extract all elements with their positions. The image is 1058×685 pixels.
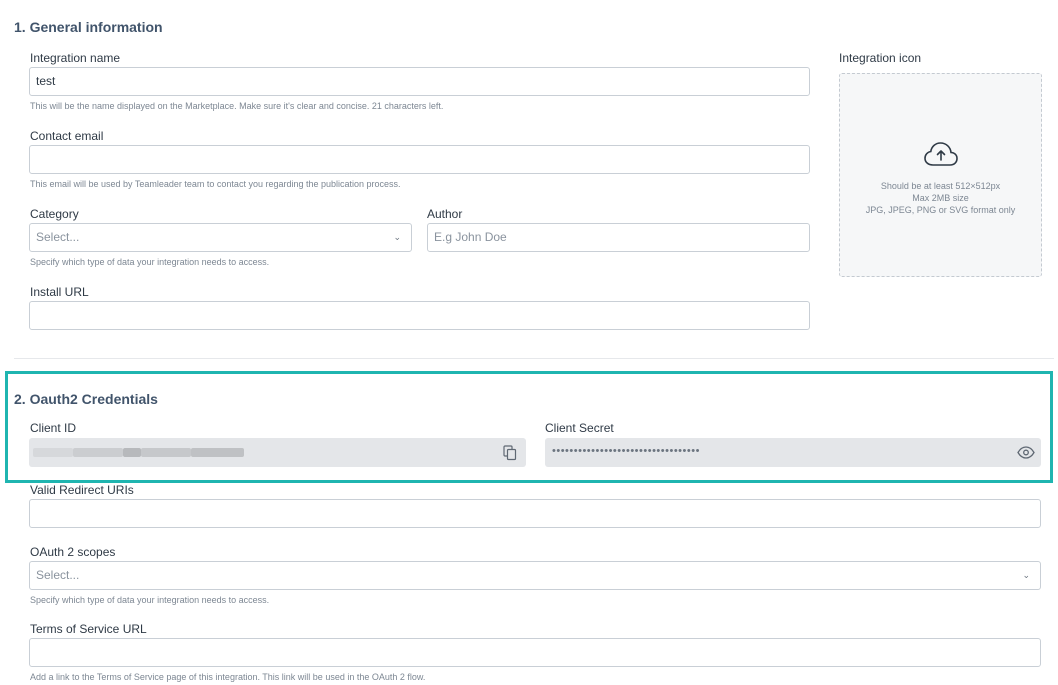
contact-email-input[interactable] xyxy=(29,145,810,174)
client-id-blurred-value xyxy=(73,448,123,457)
redirect-uris-label: Valid Redirect URIs xyxy=(30,483,134,497)
cloud-upload-icon xyxy=(924,141,958,169)
chevron-down-icon: ⌄ xyxy=(393,232,401,242)
client-id-field[interactable] xyxy=(29,438,526,467)
category-help: Specify which type of data your integrat… xyxy=(30,257,270,267)
client-id-label: Client ID xyxy=(30,421,77,435)
scopes-help: Specify which type of data your integrat… xyxy=(30,595,270,605)
integration-name-input[interactable]: test xyxy=(29,67,810,96)
author-label: Author xyxy=(427,207,463,221)
client-secret-label: Client Secret xyxy=(545,421,614,435)
upload-hint-max: Max 2MB size xyxy=(912,193,969,203)
tos-url-input[interactable] xyxy=(29,638,1041,667)
client-secret-field[interactable]: •••••••••••••••••••••••••••••••••• xyxy=(545,438,1041,467)
copy-icon[interactable] xyxy=(503,445,517,461)
author-input[interactable]: E.g John Doe xyxy=(427,223,810,252)
client-id-blurred-value xyxy=(141,448,191,457)
scopes-select[interactable]: Select... ⌄ xyxy=(29,561,1041,590)
category-label: Category xyxy=(30,207,79,221)
oauth-section-title: 2. Oauth2 Credentials xyxy=(14,391,158,407)
client-id-blurred-value xyxy=(123,448,141,457)
general-section-title: 1. General information xyxy=(14,19,163,35)
install-url-input[interactable] xyxy=(29,301,810,330)
category-placeholder: Select... xyxy=(36,230,80,244)
eye-icon[interactable] xyxy=(1017,446,1035,459)
integration-name-label: Integration name xyxy=(30,51,121,65)
icon-upload-dropzone[interactable]: Should be at least 512×512px Max 2MB siz… xyxy=(839,73,1042,277)
author-placeholder: E.g John Doe xyxy=(434,230,507,244)
upload-hint-size: Should be at least 512×512px xyxy=(880,181,1001,191)
redirect-uris-input[interactable] xyxy=(29,499,1041,528)
install-url-label: Install URL xyxy=(30,285,89,299)
section-divider xyxy=(14,358,1054,359)
category-select[interactable]: Select... ⌄ xyxy=(29,223,412,252)
client-secret-masked-value: •••••••••••••••••••••••••••••••••• xyxy=(552,445,700,457)
client-id-blurred-value xyxy=(33,448,73,457)
contact-email-label: Contact email xyxy=(30,129,104,143)
scopes-label: OAuth 2 scopes xyxy=(30,545,116,559)
upload-hint-format: JPG, JPEG, PNG or SVG format only xyxy=(865,205,1016,215)
scopes-placeholder: Select... xyxy=(36,568,80,582)
client-id-blurred-value xyxy=(191,448,244,457)
chevron-down-icon: ⌄ xyxy=(1022,570,1030,580)
tos-url-label: Terms of Service URL xyxy=(30,622,147,636)
integration-name-help: This will be the name displayed on the M… xyxy=(30,101,444,111)
integration-icon-label: Integration icon xyxy=(839,51,922,65)
contact-email-help: This email will be used by Teamleader te… xyxy=(30,179,401,189)
tos-url-help: Add a link to the Terms of Service page … xyxy=(30,672,426,682)
